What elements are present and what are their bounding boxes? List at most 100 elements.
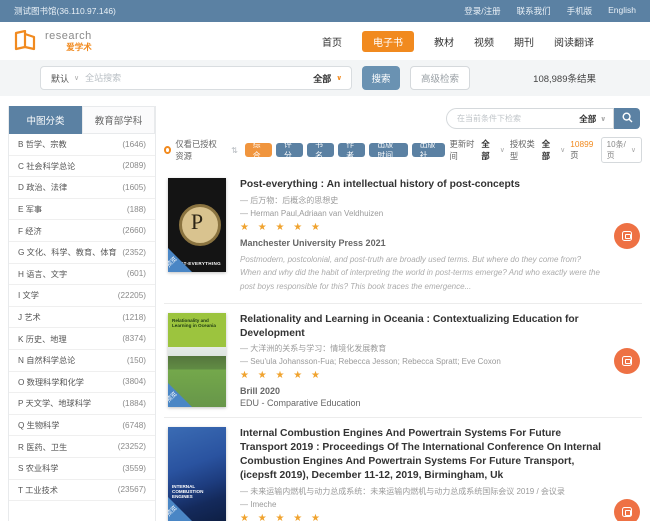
- book-authors: — Imeche: [240, 500, 602, 509]
- topbar-link[interactable]: English: [608, 5, 636, 17]
- book-info: Internal Combustion Engines And Powertra…: [240, 427, 640, 521]
- category-item[interactable]: N 自然科学总论 (150): [9, 350, 155, 372]
- sidebar-tab[interactable]: 中图分类: [9, 106, 82, 134]
- nav-item[interactable]: 电子书: [362, 31, 414, 52]
- advanced-search-button[interactable]: 高级检索: [410, 66, 470, 90]
- page-total-suffix: 页: [570, 150, 578, 160]
- refine-scope-dropdown[interactable]: 全部 ∨: [579, 113, 613, 125]
- book-title[interactable]: Relationality and Learning in Oceania : …: [240, 313, 602, 341]
- global-search-row: 默认 ∨ 全部 ∨ 搜索 高级检索 108,989条结果: [0, 60, 650, 96]
- sort-tag[interactable]: 出版社: [412, 143, 445, 157]
- search-button[interactable]: 搜索: [362, 66, 400, 90]
- sort-tag[interactable]: 评分: [276, 143, 303, 157]
- topbar-link[interactable]: 登录/注册: [464, 5, 500, 17]
- book-authors: — Seu'ula Johansson-Fua; Rebecca Jesson;…: [240, 357, 602, 366]
- book-title[interactable]: Post-everything : An intellectual histor…: [240, 178, 602, 192]
- category-item[interactable]: R 医药、卫生 (23252): [9, 436, 155, 458]
- auth-type-value[interactable]: 全部: [542, 138, 555, 162]
- nav-item[interactable]: 阅读翻译: [554, 31, 594, 52]
- sort-tag[interactable]: 综合: [245, 143, 272, 157]
- refine-search-box: 全部 ∨: [446, 108, 614, 129]
- category-item[interactable]: Q 生物科学 (6748): [9, 415, 155, 437]
- category-item[interactable]: D 政治、法律 (1605): [9, 177, 155, 199]
- category-label: P 天文学、地球科学: [18, 397, 91, 409]
- page-size-value: 10条/页: [607, 139, 627, 161]
- collect-icon: [622, 231, 632, 241]
- category-count: (188): [127, 205, 146, 214]
- category-label: R 医药、卫生: [18, 441, 67, 453]
- page-total-number: 10899: [570, 139, 593, 149]
- logo-cn: 爱学术: [66, 43, 92, 52]
- search-scope-dropdown[interactable]: 默认 ∨: [41, 72, 85, 85]
- book-description: Postmodern, postcolonial, and post-truth…: [240, 253, 602, 294]
- search-field-label: 全部: [313, 72, 331, 85]
- logo[interactable]: research 爱学术: [14, 30, 92, 52]
- open-book-icon: [14, 30, 40, 52]
- topbar-link[interactable]: 联系我们: [517, 5, 551, 17]
- logo-text: research 爱学术: [45, 31, 92, 52]
- header: research 爱学术 首页电子书教材视频期刊阅读翻译: [0, 22, 650, 60]
- category-item[interactable]: C 社会科学总论 (2089): [9, 156, 155, 178]
- category-item[interactable]: P 天文学、地球科学 (1884): [9, 393, 155, 415]
- category-count: (23252): [118, 442, 146, 451]
- category-item[interactable]: K 历史、地理 (8374): [9, 328, 155, 350]
- sort-tag[interactable]: 作者: [338, 143, 365, 157]
- book-info: Post-everything : An intellectual histor…: [240, 178, 640, 294]
- category-item[interactable]: I 文学 (22205): [9, 285, 155, 307]
- search-scope-label: 默认: [51, 72, 69, 85]
- category-item[interactable]: H 语言、文字 (601): [9, 264, 155, 286]
- category-item[interactable]: F 经济 (2660): [9, 220, 155, 242]
- authorized-only-label: 仅看已授权资源: [175, 138, 224, 162]
- book-cover[interactable]: Relationality and Learning in Oceania 预览: [168, 313, 226, 407]
- refine-search-input[interactable]: [447, 114, 579, 123]
- category-item[interactable]: E 军事 (188): [9, 199, 155, 221]
- category-label: O 数理科学和化学: [18, 376, 84, 388]
- category-item[interactable]: O 数理科学和化学 (3804): [9, 372, 155, 394]
- nav-item[interactable]: 教材: [434, 31, 454, 52]
- authorized-only-toggle[interactable]: 仅看已授权资源: [164, 138, 224, 162]
- book-info: Relationality and Learning in Oceania : …: [240, 313, 640, 409]
- nav-item[interactable]: 期刊: [514, 31, 534, 52]
- rating-stars: ★ ★ ★ ★ ★: [240, 222, 602, 233]
- auth-type-label: 授权类型: [510, 138, 537, 162]
- book-subtitle: — 未来运输内燃机与动力总成系统：未来运输内燃机与动力总成系统国际会议 2019…: [240, 486, 602, 497]
- sort-tag[interactable]: 出版时间: [369, 143, 407, 157]
- category-count: (2352): [122, 248, 146, 257]
- update-time-value[interactable]: 全部: [481, 138, 494, 162]
- sort-tag[interactable]: 书名: [307, 143, 334, 157]
- book-item: INTERNAL COMBUSTION ENGINES 预览 Internal …: [164, 418, 642, 521]
- category-count: (23567): [118, 485, 146, 494]
- book-authors: — Herman Paul,Adriaan van Veldhuizen: [240, 209, 602, 218]
- book-cover[interactable]: POST-EVERYTHING 预览: [168, 178, 226, 272]
- add-to-shelf-button[interactable]: [614, 348, 640, 374]
- category-item[interactable]: S 农业科学 (3559): [9, 458, 155, 480]
- category-item[interactable]: T 工业技术 (23567): [9, 480, 155, 502]
- category-count: (2660): [122, 226, 146, 235]
- page-size-select[interactable]: 10条/页 ∨: [601, 137, 642, 163]
- book-publisher: Brill 2020: [240, 386, 602, 396]
- category-count: (1605): [122, 183, 146, 192]
- category-label: E 军事: [18, 203, 42, 215]
- sidebar-tab[interactable]: 教育部学科: [82, 106, 155, 134]
- book-publisher: Manchester University Press 2021: [240, 238, 602, 248]
- category-item[interactable]: B 哲学、宗教 (1646): [9, 134, 155, 156]
- category-list: B 哲学、宗教 (1646) C 社会科学总论 (2089) D 政治、法律 (…: [9, 134, 155, 501]
- nav-item[interactable]: 首页: [322, 31, 342, 52]
- category-count: (150): [127, 356, 146, 365]
- global-search-input[interactable]: [85, 73, 313, 83]
- book-subtitle: — 大洋洲的关系与学习：情境化发展教育: [240, 343, 602, 354]
- topbar-link[interactable]: 手机版: [567, 5, 593, 17]
- collect-icon: [622, 507, 632, 517]
- category-count: (6748): [122, 421, 146, 430]
- refine-search-button[interactable]: [614, 108, 640, 129]
- add-to-shelf-button[interactable]: [614, 499, 640, 521]
- search-field-dropdown[interactable]: 全部 ∨: [313, 72, 351, 85]
- book-title[interactable]: Internal Combustion Engines And Powertra…: [240, 427, 602, 483]
- nav-item[interactable]: 视频: [474, 31, 494, 52]
- add-to-shelf-button[interactable]: [614, 223, 640, 249]
- category-item[interactable]: J 艺术 (1218): [9, 307, 155, 329]
- book-category-link[interactable]: EDU - Comparative Education: [240, 398, 602, 408]
- book-cover[interactable]: INTERNAL COMBUSTION ENGINES 预览: [168, 427, 226, 521]
- category-item[interactable]: G 文化、科学、教育、体育 (2352): [9, 242, 155, 264]
- book-item: Relationality and Learning in Oceania 预览…: [164, 304, 642, 419]
